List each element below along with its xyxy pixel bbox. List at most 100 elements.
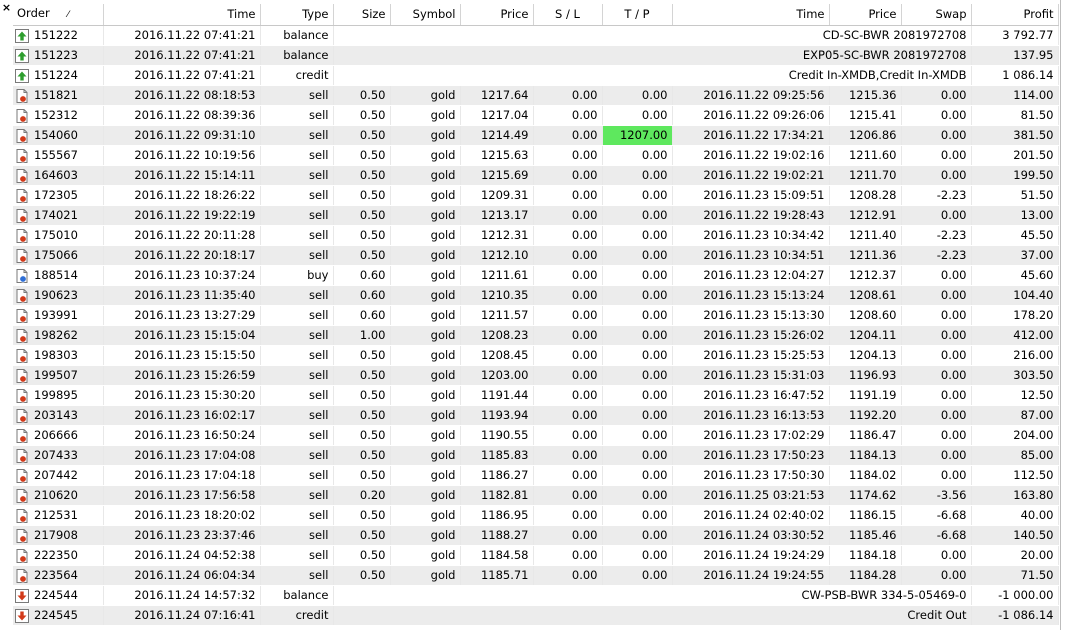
type-cell: sell (260, 485, 334, 506)
table-row[interactable]: 174021 2016.11.22 19:22:19 sell 0.50 gold 121… (13, 205, 1059, 226)
table-row[interactable]: 175010 2016.11.22 20:11:28 sell 0.50 gold 121… (13, 225, 1059, 246)
type-cell: sell (260, 245, 334, 266)
order-cell: 193991 (13, 305, 104, 326)
type-cell: balance (260, 585, 334, 606)
table-row[interactable]: 155567 2016.11.22 10:19:56 sell 0.50 gold 121… (13, 145, 1059, 166)
order-cell: 212531 (13, 505, 104, 526)
table-row[interactable]: 151223 2016.11.22 07:41:21 balance EXP05-SC… (13, 45, 1059, 66)
profit-cell: 85.00 (971, 445, 1059, 466)
sell-order-icon (15, 208, 29, 223)
open-time-cell: 2016.11.24 14:57:32 (103, 585, 261, 606)
table-row[interactable]: 210620 2016.11.23 17:56:58 sell 0.20 gold 118… (13, 485, 1059, 506)
order-number: 190623 (34, 288, 78, 302)
sl-cell: 0.00 (533, 85, 603, 106)
open-price-cell: 1209.31 (460, 185, 534, 206)
sell-order-icon (15, 508, 29, 523)
table-row[interactable]: 206666 2016.11.23 16:50:24 sell 0.50 gold 119… (13, 425, 1059, 446)
type-cell: sell (260, 405, 334, 426)
close-time-cell: 2016.11.23 16:13:53 (672, 405, 830, 426)
table-row[interactable]: 207433 2016.11.23 17:04:08 sell 0.50 gold 118… (13, 445, 1059, 466)
profit-cell: 201.50 (971, 145, 1059, 166)
table-row[interactable]: 217908 2016.11.23 23:37:46 sell 0.50 gold 118… (13, 525, 1059, 546)
symbol-cell: gold (390, 165, 461, 186)
open-time-cell: 2016.11.23 15:15:04 (103, 325, 261, 346)
column-header-size[interactable]: Size (333, 4, 391, 26)
close-icon[interactable]: × (0, 0, 13, 15)
column-header-close-time[interactable]: Time (672, 4, 830, 26)
sell-order-icon (15, 248, 29, 263)
order-number: 198262 (34, 328, 78, 342)
column-header-swap[interactable]: Swap (901, 4, 972, 26)
tp-cell: 0.00 (602, 445, 673, 466)
close-price-cell: 1212.91 (829, 205, 902, 226)
table-row[interactable]: 222350 2016.11.24 04:52:38 sell 0.50 gold 118… (13, 545, 1059, 566)
column-header-tp[interactable]: T / P (602, 4, 673, 26)
open-time-cell: 2016.11.22 08:39:36 (103, 105, 261, 126)
table-row[interactable]: 190623 2016.11.23 11:35:40 sell 0.60 gold 121… (13, 285, 1059, 306)
size-cell: 0.50 (333, 345, 391, 366)
open-time-cell: 2016.11.23 15:15:50 (103, 345, 261, 366)
table-row[interactable]: 224545 2016.11.24 07:16:41 credit Credit Ou… (13, 605, 1059, 626)
column-header-sl[interactable]: S / L (533, 4, 603, 26)
column-header-type[interactable]: Type (260, 4, 334, 26)
table-row[interactable]: 151222 2016.11.22 07:41:21 balance CD-SC-BW… (13, 25, 1059, 46)
swap-cell: -2.23 (901, 245, 972, 266)
table-row[interactable]: 151821 2016.11.22 08:18:53 sell 0.50 gold 121… (13, 85, 1059, 106)
table-row[interactable]: 198262 2016.11.23 15:15:04 sell 1.00 gold 120… (13, 325, 1059, 346)
table-row[interactable]: 154060 2016.11.22 09:31:10 sell 0.50 gold 121… (13, 125, 1059, 146)
table-row[interactable]: 199507 2016.11.23 15:26:59 sell 0.50 gold 120… (13, 365, 1059, 386)
table-row[interactable]: 193991 2016.11.23 13:27:29 sell 0.60 gold 121… (13, 305, 1059, 326)
table-row[interactable]: 152312 2016.11.22 08:39:36 sell 0.50 gold 121… (13, 105, 1059, 126)
table-row[interactable]: 175066 2016.11.22 20:18:17 sell 0.50 gold 121… (13, 245, 1059, 266)
table-row[interactable]: 224544 2016.11.24 14:57:32 balance CW-PSB-B… (13, 585, 1059, 606)
column-header-profit[interactable]: Profit (971, 4, 1059, 26)
buy-order-icon (15, 268, 29, 283)
type-cell: sell (260, 525, 334, 546)
table-row[interactable]: 164603 2016.11.22 15:14:11 sell 0.50 gold 121… (13, 165, 1059, 186)
open-time-cell: 2016.11.24 04:52:38 (103, 545, 261, 566)
size-cell: 0.50 (333, 425, 391, 446)
size-cell: 0.60 (333, 285, 391, 306)
comment-cell: CD-SC-BWR 2081972708 (333, 25, 972, 46)
swap-cell: -6.68 (901, 505, 972, 526)
table-row[interactable]: 198303 2016.11.23 15:15:50 sell 0.50 gold 120… (13, 345, 1059, 366)
swap-cell: -2.23 (901, 185, 972, 206)
tp-cell: 0.00 (602, 105, 673, 126)
withdrawal-down-arrow-icon (15, 588, 29, 603)
table-row[interactable]: 151224 2016.11.22 07:41:21 credit Credit In… (13, 65, 1059, 86)
order-number: 199895 (34, 388, 78, 402)
table-row[interactable]: 199895 2016.11.23 15:30:20 sell 0.50 gold 119… (13, 385, 1059, 406)
table-row[interactable]: 188514 2016.11.23 10:37:24 buy 0.60 gold 1211… (13, 265, 1059, 286)
type-cell: sell (260, 185, 334, 206)
table-row[interactable]: 212531 2016.11.23 18:20:02 sell 0.50 gold 118… (13, 505, 1059, 526)
close-price-cell: 1184.13 (829, 445, 902, 466)
sell-order-icon (15, 408, 29, 423)
swap-cell: 0.00 (901, 405, 972, 426)
table-row[interactable]: 203143 2016.11.23 16:02:17 sell 0.50 gold 119… (13, 405, 1059, 426)
table-row[interactable]: 172305 2016.11.22 18:26:22 sell 0.50 gold 120… (13, 185, 1059, 206)
type-cell: sell (260, 145, 334, 166)
table-row[interactable]: 223564 2016.11.24 06:04:34 sell 0.50 gold 118… (13, 565, 1059, 586)
tp-cell: 1207.00 (602, 125, 673, 146)
panel-border (1060, 0, 1061, 630)
sl-cell: 0.00 (533, 365, 603, 386)
column-header-open-time[interactable]: Time (103, 4, 261, 26)
order-number: 224544 (34, 588, 78, 602)
column-header-order[interactable]: Order ⁄ (13, 4, 104, 26)
open-time-cell: 2016.11.22 07:41:21 (103, 65, 261, 86)
order-number: 151223 (34, 48, 78, 62)
type-cell: balance (260, 25, 334, 46)
close-time-cell: 2016.11.25 03:21:53 (672, 485, 830, 506)
table-row[interactable]: 207442 2016.11.23 17:04:18 sell 0.50 gold 118… (13, 465, 1059, 486)
profit-cell: 163.80 (971, 485, 1059, 506)
open-price-cell: 1182.81 (460, 485, 534, 506)
sort-indicator-icon: ⁄ (67, 10, 69, 20)
column-header-close-price[interactable]: Price (829, 4, 902, 26)
tp-cell: 0.00 (602, 385, 673, 406)
close-time-cell: 2016.11.24 03:30:52 (672, 525, 830, 546)
open-time-cell: 2016.11.22 07:41:21 (103, 25, 261, 46)
column-header-symbol[interactable]: Symbol (390, 4, 461, 26)
close-time-cell: 2016.11.23 17:50:23 (672, 445, 830, 466)
column-header-open-price[interactable]: Price (460, 4, 534, 26)
swap-cell: 0.00 (901, 105, 972, 126)
